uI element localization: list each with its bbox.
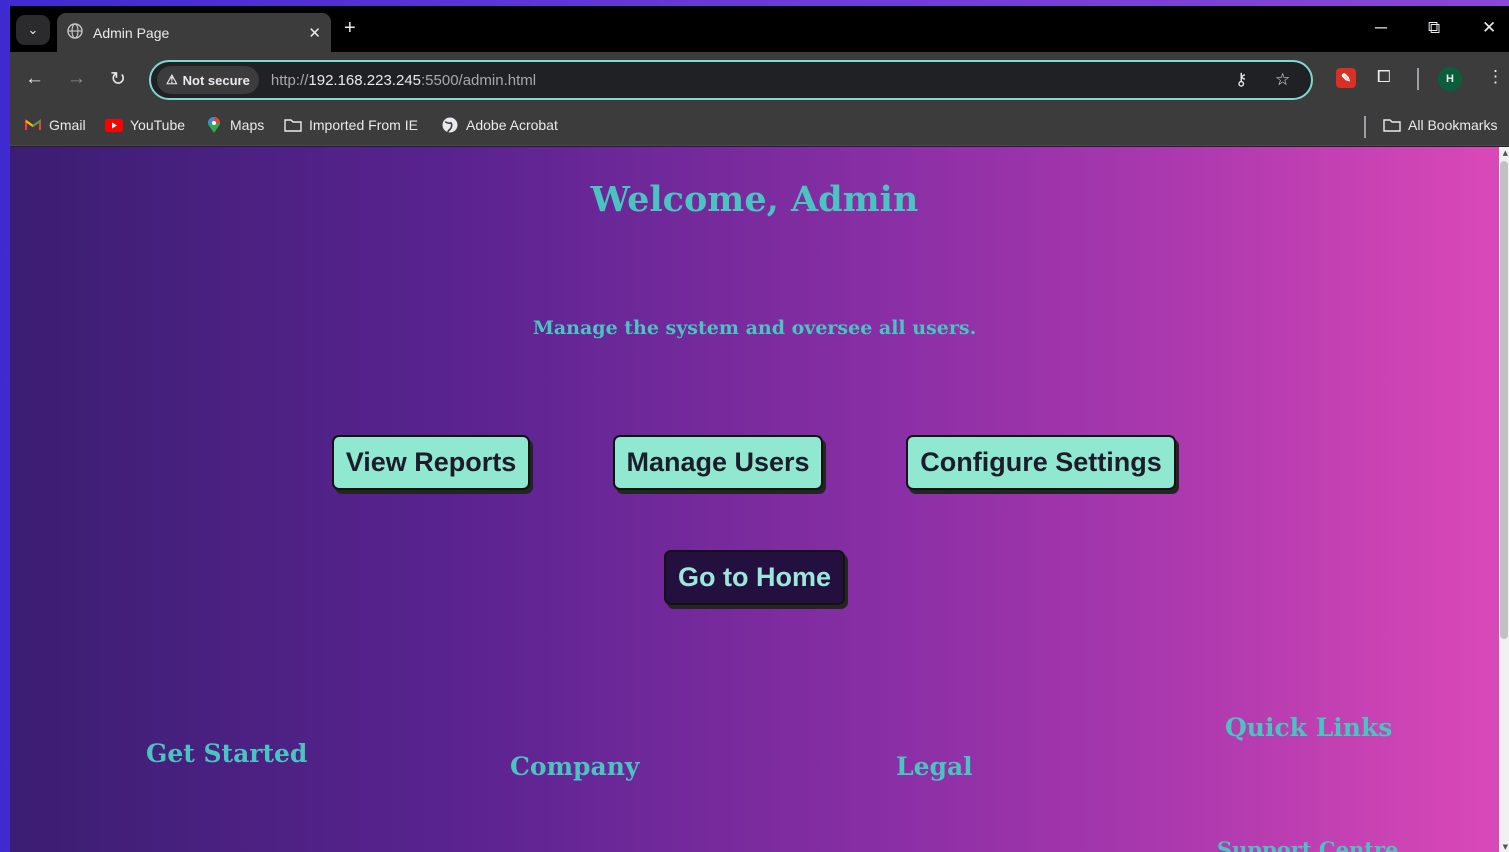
scrollbar-thumb[interactable] bbox=[1500, 161, 1508, 639]
configure-settings-button[interactable]: Configure Settings bbox=[906, 435, 1176, 490]
footer-quick-links: Quick Links bbox=[1225, 713, 1393, 742]
bookmark-maps[interactable]: Maps bbox=[205, 116, 265, 133]
url-path: :5500/admin.html bbox=[421, 71, 537, 89]
toolbar-divider bbox=[1417, 68, 1419, 90]
page-subtitle: Manage the system and oversee all users. bbox=[532, 317, 977, 339]
folder-icon bbox=[1383, 117, 1401, 133]
bookmark-star-icon[interactable]: ☆ bbox=[1275, 70, 1290, 90]
footer-get-started: Get Started bbox=[146, 739, 308, 768]
page-scrollbar[interactable]: ▲ ▼ bbox=[1499, 147, 1509, 852]
scroll-down-icon[interactable]: ▼ bbox=[1503, 843, 1508, 851]
extensions-puzzle-icon[interactable]: ⧠ bbox=[1377, 67, 1391, 87]
footer-legal: Legal bbox=[896, 752, 973, 781]
bookmark-label: Gmail bbox=[49, 117, 86, 133]
security-label: Not secure bbox=[182, 72, 250, 88]
password-key-icon[interactable]: ⚷ bbox=[1235, 70, 1247, 90]
back-arrow-icon[interactable]: ← bbox=[25, 68, 44, 90]
bookmark-label: Imported From IE bbox=[309, 117, 418, 133]
browser-window: ⌄ Admin Page ✕ + ─ ⧉ ✕ ← → ↻ ⚠ Not secur… bbox=[10, 6, 1509, 852]
bookmarks-divider bbox=[1364, 116, 1366, 138]
restore-button[interactable]: ⧉ bbox=[1428, 18, 1440, 38]
url-text[interactable]: http://192.168.223.245:5500/admin.html bbox=[271, 72, 536, 89]
address-bar[interactable]: ⚠ Not secure http://192.168.223.245:5500… bbox=[149, 60, 1313, 100]
globe-icon bbox=[67, 23, 83, 42]
warning-icon: ⚠ bbox=[166, 72, 178, 87]
bookmark-youtube[interactable]: YouTube bbox=[105, 117, 185, 133]
minimize-button[interactable]: ─ bbox=[1375, 18, 1387, 38]
bookmark-label: YouTube bbox=[130, 117, 186, 133]
page-title: Welcome, Admin bbox=[590, 179, 919, 220]
bookmark-adobe-acrobat[interactable]: Adobe Acrobat bbox=[441, 117, 558, 133]
profile-avatar[interactable]: H bbox=[1438, 67, 1462, 91]
chevron-down-icon: ⌄ bbox=[27, 22, 39, 37]
all-bookmarks-button[interactable]: All Bookmarks bbox=[1383, 117, 1497, 133]
tab-strip: ⌄ Admin Page ✕ + ─ ⧉ ✕ bbox=[10, 6, 1509, 52]
menu-kebab-icon[interactable]: ⋮ bbox=[1487, 67, 1504, 87]
tab-admin-page[interactable]: Admin Page ✕ bbox=[57, 13, 331, 52]
folder-icon bbox=[284, 117, 302, 133]
view-reports-button[interactable]: View Reports bbox=[332, 435, 530, 490]
manage-users-button[interactable]: Manage Users bbox=[613, 435, 823, 490]
bookmark-label: Maps bbox=[230, 117, 265, 133]
maps-icon bbox=[205, 116, 223, 133]
close-window-button[interactable]: ✕ bbox=[1482, 18, 1496, 38]
footer-company: Company bbox=[510, 752, 640, 781]
footer-support-centre-link[interactable]: Support Centre bbox=[1217, 837, 1398, 852]
bookmark-gmail[interactable]: Gmail bbox=[24, 117, 86, 133]
new-tab-button[interactable]: + bbox=[344, 17, 356, 40]
gmail-icon bbox=[24, 117, 42, 133]
tab-title: Admin Page bbox=[93, 24, 170, 41]
globe-icon bbox=[441, 117, 459, 133]
acrobat-extension-icon[interactable]: ✎ bbox=[1336, 68, 1356, 88]
go-to-home-button[interactable]: Go to Home bbox=[664, 550, 845, 605]
bookmarks-bar: Gmail YouTube Maps Imported From IE Adob… bbox=[10, 108, 1509, 146]
url-host: 192.168.223.245 bbox=[308, 71, 422, 89]
bookmark-label: Adobe Acrobat bbox=[466, 117, 558, 133]
tab-search-button[interactable]: ⌄ bbox=[16, 15, 50, 45]
reload-icon[interactable]: ↻ bbox=[110, 68, 126, 91]
all-bookmarks-label: All Bookmarks bbox=[1408, 117, 1498, 133]
bookmark-imported-from-ie[interactable]: Imported From IE bbox=[284, 117, 418, 133]
close-tab-icon[interactable]: ✕ bbox=[308, 24, 321, 42]
scroll-up-icon[interactable]: ▲ bbox=[1503, 149, 1508, 157]
forward-arrow-icon[interactable]: → bbox=[67, 68, 86, 90]
url-scheme: http:// bbox=[270, 71, 309, 89]
page-viewport: Welcome, Admin Manage the system and ove… bbox=[10, 147, 1509, 852]
youtube-icon bbox=[105, 117, 123, 133]
browser-toolbar: ← → ↻ ⚠ Not secure http://192.168.223.24… bbox=[10, 52, 1509, 108]
security-indicator[interactable]: ⚠ Not secure bbox=[157, 66, 259, 94]
